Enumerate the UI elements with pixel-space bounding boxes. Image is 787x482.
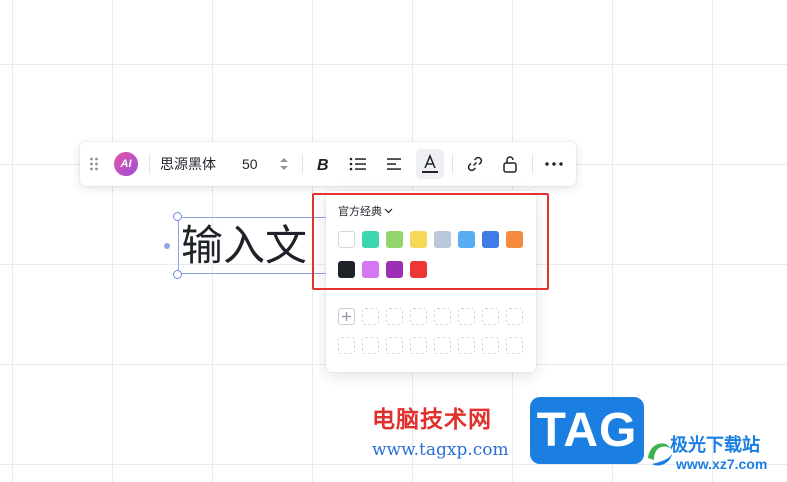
custom-color-slot[interactable]	[410, 337, 427, 354]
resize-handle-bottom-left[interactable]	[173, 270, 182, 279]
toolbar-divider	[149, 154, 150, 174]
more-icon	[545, 162, 563, 166]
drag-handle-icon[interactable]	[86, 142, 102, 186]
custom-color-slot[interactable]	[386, 337, 403, 354]
custom-color-slot[interactable]	[362, 308, 379, 325]
bullet-list-icon	[349, 157, 366, 171]
custom-color-slot[interactable]	[434, 308, 451, 325]
custom-color-slot[interactable]	[458, 337, 475, 354]
custom-color-slot[interactable]	[338, 337, 355, 354]
link-button[interactable]	[461, 149, 489, 179]
ai-label: AI	[114, 152, 138, 176]
unlock-button[interactable]	[496, 149, 524, 179]
toolbar-divider	[532, 154, 533, 174]
align-left-icon	[387, 158, 401, 170]
bullet-list-button[interactable]	[344, 149, 372, 179]
connector-dot[interactable]	[164, 243, 170, 249]
font-family-select[interactable]: 思源黑体	[160, 142, 216, 186]
toolbar-divider	[302, 154, 303, 174]
ai-assistant-button[interactable]: AI	[114, 142, 138, 186]
unlock-icon	[503, 156, 517, 173]
custom-color-slot[interactable]	[506, 308, 523, 325]
bold-icon: B	[317, 157, 329, 172]
custom-color-slot[interactable]	[386, 308, 403, 325]
watermark-url: www.tagxp.com	[372, 440, 509, 460]
custom-color-slot[interactable]	[410, 308, 427, 325]
watermark-site-name: 电脑技术网	[372, 407, 492, 433]
watermark-brand-name: 极光下载站	[670, 435, 760, 456]
font-size-stepper-icon[interactable]	[277, 142, 291, 186]
plus-icon	[342, 312, 351, 321]
text-format-toolbar: AI 思源黑体 50 B	[80, 142, 576, 186]
bold-button[interactable]: B	[308, 149, 336, 179]
custom-color-slot[interactable]	[458, 308, 475, 325]
align-button[interactable]	[380, 149, 408, 179]
custom-color-slot[interactable]	[434, 337, 451, 354]
svg-text:B: B	[317, 157, 329, 172]
custom-color-slot[interactable]	[482, 337, 499, 354]
text-element-content[interactable]: 输入文	[181, 218, 307, 274]
watermark-tag-logo: TAG	[530, 397, 644, 464]
toolbar-divider	[452, 154, 453, 174]
more-button[interactable]	[540, 149, 568, 179]
link-icon	[467, 156, 483, 172]
annotation-highlight-box	[312, 193, 549, 290]
text-color-icon	[422, 154, 438, 173]
resize-handle-top-left[interactable]	[173, 212, 182, 221]
custom-color-slot[interactable]	[362, 337, 379, 354]
custom-color-slot[interactable]	[506, 337, 523, 354]
text-color-button[interactable]	[416, 149, 444, 179]
custom-color-slot[interactable]	[482, 308, 499, 325]
add-custom-color-button[interactable]	[338, 308, 355, 325]
font-size-input[interactable]: 50	[242, 142, 258, 186]
watermark-brand-url: www.xz7.com	[676, 456, 768, 472]
